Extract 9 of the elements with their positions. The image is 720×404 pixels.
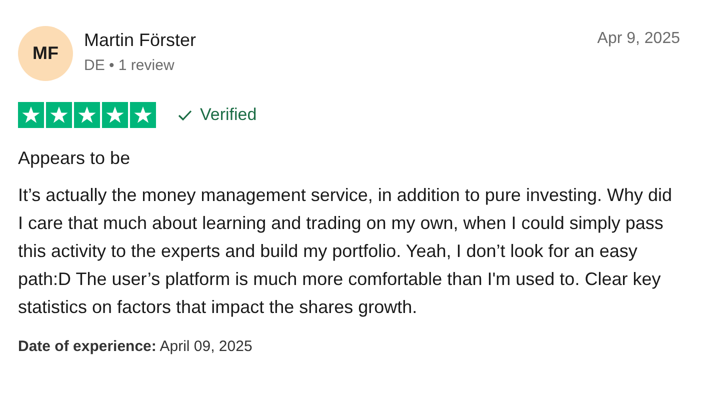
date-of-experience: Date of experience: April 09, 2025 <box>18 338 254 355</box>
reviewer-name[interactable]: Martin Förster <box>84 30 586 51</box>
avatar: MF <box>18 26 73 81</box>
review-text: It’s actually the money management service, in addition to pure investing. Why did I care that much about learning and trading on my own, when I could simply pass this activity to the experts and build my portfolio. Yeah, I don’t look for an easy path:D The user’s platform is much more comfortable than I'm used to. Clear key statistics on factors that impact the shares growth. <box>18 184 673 319</box>
verified-label: Verified <box>200 105 257 125</box>
reviewer-meta: DE • 1 review <box>84 57 176 74</box>
check-icon <box>178 110 192 120</box>
review-title: Appears to be <box>18 148 132 169</box>
review-date: Apr 9, 2025 <box>597 29 680 48</box>
